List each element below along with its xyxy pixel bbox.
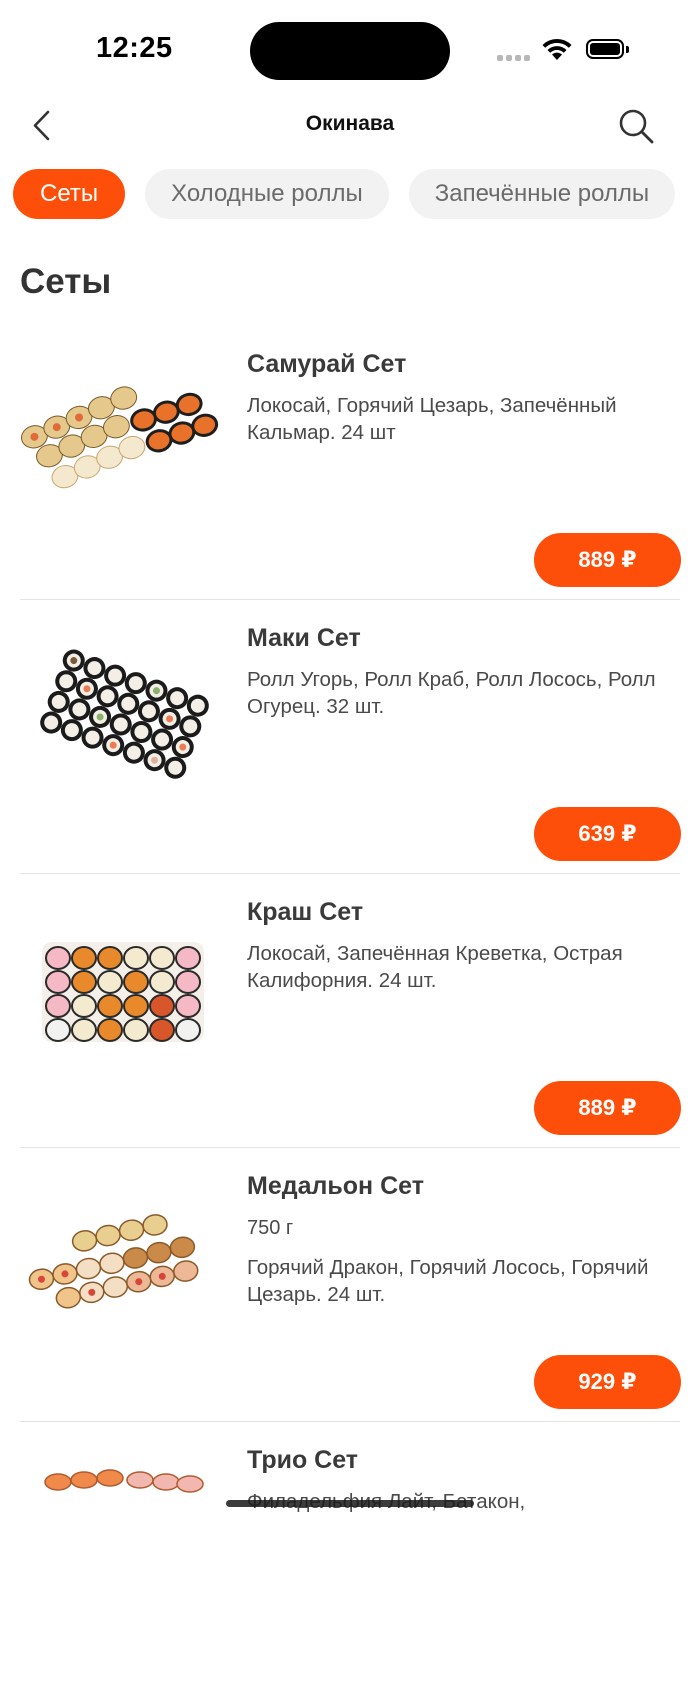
product-card[interactable]: Медальон Сет 750 г Горячий Дракон, Горяч… xyxy=(0,1148,700,1422)
wifi-icon xyxy=(542,38,572,60)
section-title: Сеты xyxy=(20,262,112,301)
product-card[interactable]: Краш Сет Локосай, Запечённая Креветка, О… xyxy=(0,874,700,1148)
product-description: Локосай, Горячий Цезарь, Запечённый Каль… xyxy=(247,394,617,444)
status-bar: 12:25 xyxy=(0,0,700,100)
price-button[interactable]: 639 ₽ xyxy=(534,807,681,861)
product-weight: 750 г xyxy=(247,1217,294,1239)
product-description: Горячий Дракон, Горячий Лосось, Горячий … xyxy=(247,1256,649,1306)
battery-icon xyxy=(586,39,629,61)
dynamic-island xyxy=(250,22,450,80)
product-name: Трио Сет xyxy=(247,1446,359,1474)
tab-baked-rolls[interactable]: Запечённые роллы xyxy=(408,169,676,219)
product-card[interactable]: Самурай Сет Локосай, Горячий Цезарь, Зап… xyxy=(0,326,700,600)
product-image xyxy=(40,649,209,779)
product-image xyxy=(44,1469,204,1493)
product-name: Медальон Сет xyxy=(247,1172,424,1200)
search-icon xyxy=(619,109,654,144)
product-image xyxy=(42,942,204,1042)
cellular-signal-icon xyxy=(497,55,530,61)
product-description: Ролл Угорь, Ролл Краб, Ролл Лосось, Ролл… xyxy=(247,668,656,718)
product-description: Локосай, Запечённая Креветка, Острая Кал… xyxy=(247,942,623,992)
navigation-bar: Окинава xyxy=(0,96,700,156)
tab-sets[interactable]: Сеты xyxy=(13,169,126,219)
category-tabs: Сеты Холодные роллы Запечённые роллы xyxy=(13,169,676,221)
price-button[interactable]: 929 ₽ xyxy=(534,1355,681,1409)
product-list: Самурай Сет Локосай, Горячий Цезарь, Зап… xyxy=(0,326,700,1696)
home-indicator xyxy=(226,1500,474,1507)
product-image xyxy=(21,386,219,489)
product-name: Маки Сет xyxy=(247,624,361,652)
price-button[interactable]: 889 ₽ xyxy=(534,533,681,587)
product-card[interactable]: Трио Сет Филадельфия Лайт, Батакон, xyxy=(0,1422,700,1696)
price-button[interactable]: 889 ₽ xyxy=(534,1081,681,1135)
page-title: Окинава xyxy=(305,112,395,135)
status-time: 12:25 xyxy=(96,32,173,64)
tab-cold-rolls[interactable]: Холодные роллы xyxy=(145,169,389,219)
search-button[interactable] xyxy=(614,104,658,148)
product-image xyxy=(28,1214,199,1309)
product-name: Краш Сет xyxy=(247,898,364,926)
product-name: Самурай Сет xyxy=(247,350,407,378)
product-card[interactable]: Маки Сет Ролл Угорь, Ролл Краб, Ролл Лос… xyxy=(0,600,700,874)
